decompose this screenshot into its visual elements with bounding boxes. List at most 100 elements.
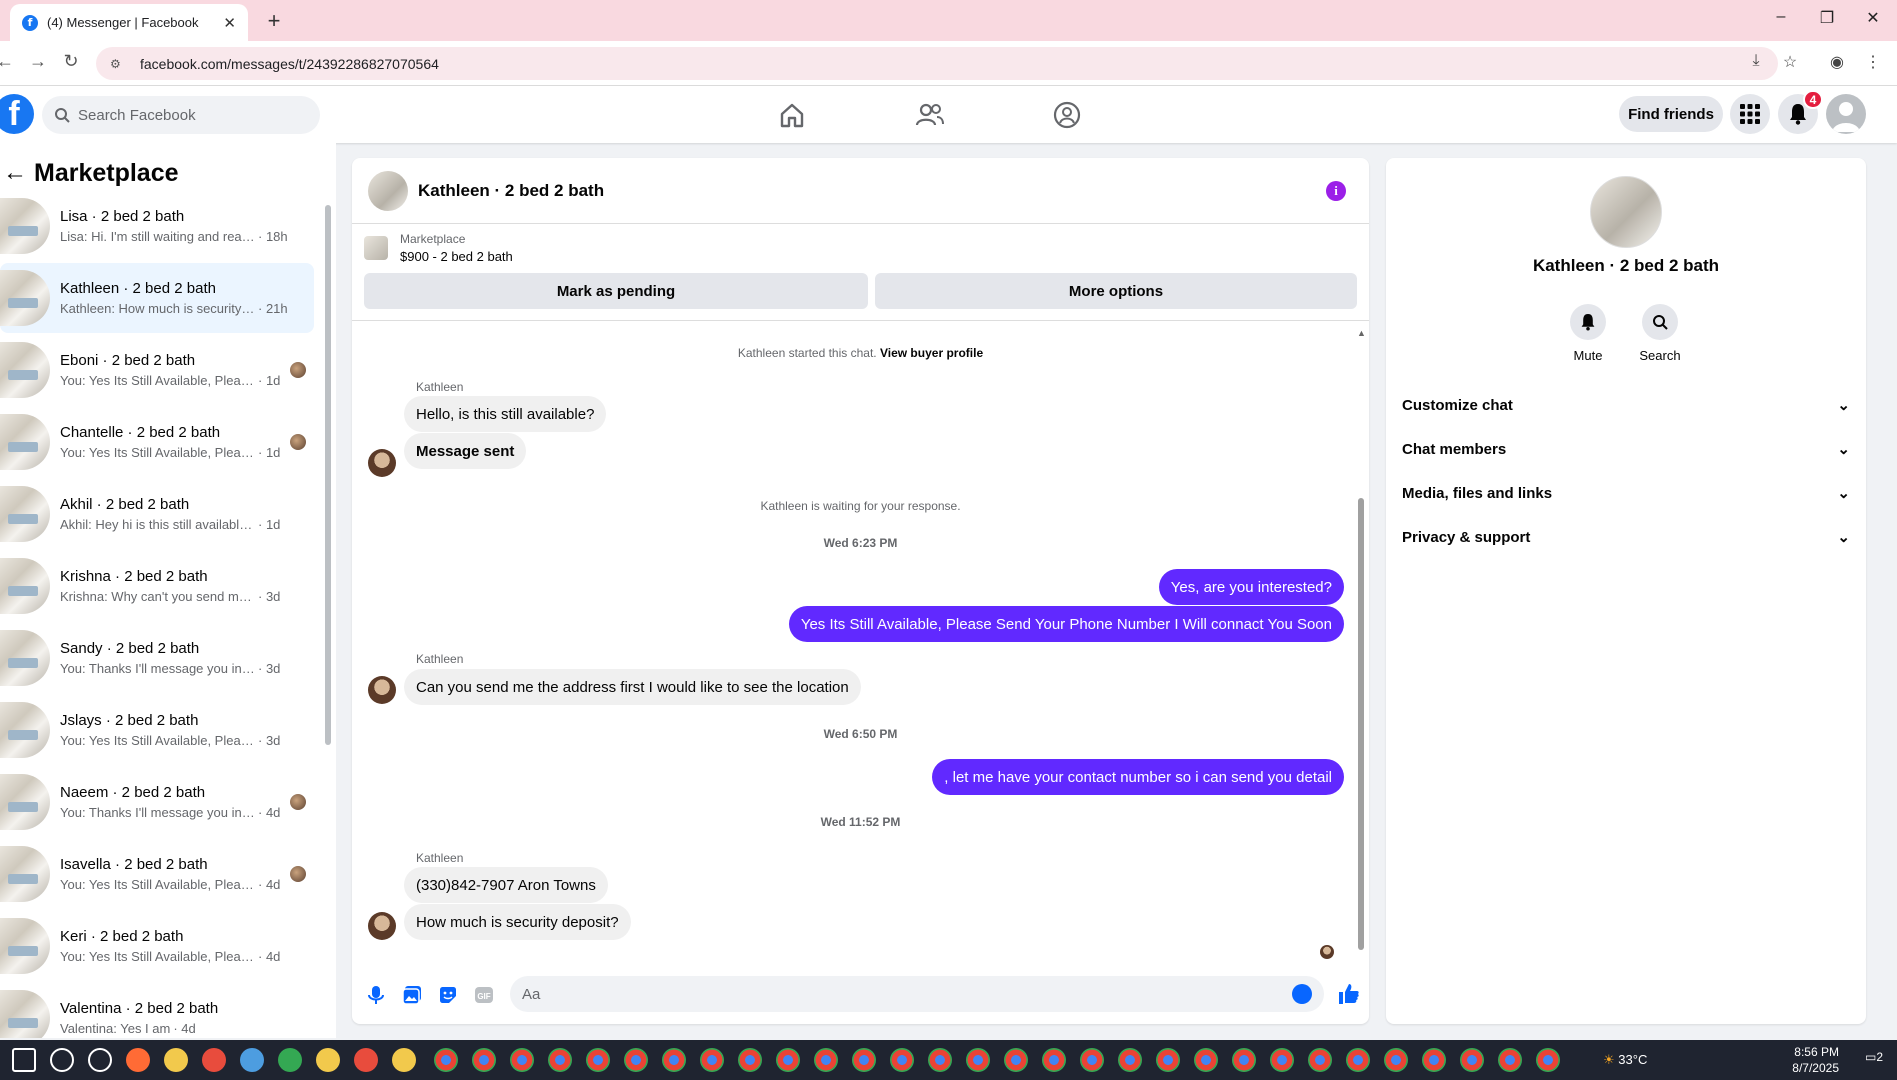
home-icon[interactable] <box>777 100 807 130</box>
listing-avatar[interactable] <box>1590 176 1662 248</box>
chrome-window-icon[interactable] <box>1118 1048 1142 1072</box>
chrome-window-icon[interactable] <box>852 1048 876 1072</box>
minimize-button[interactable]: – <box>1769 8 1793 26</box>
reload-icon[interactable]: ↻ <box>60 51 82 72</box>
chrome-window-icon[interactable] <box>1498 1048 1522 1072</box>
back-icon[interactable]: ← <box>0 51 16 72</box>
file-explorer-icon[interactable] <box>164 1048 188 1072</box>
outgoing-message[interactable]: , let me have your contact number so i c… <box>932 759 1344 795</box>
conversation-item[interactable]: Jslays · 2 bed 2 bath You: Yes Its Still … <box>0 695 314 765</box>
media-files-links-row[interactable]: Media, files and links ⌄ <box>1402 471 1850 515</box>
account-avatar[interactable] <box>1826 94 1866 134</box>
conversation-item[interactable]: Chantelle · 2 bed 2 bath You: Yes Its Sti… <box>0 407 314 477</box>
chrome-window-icon[interactable] <box>928 1048 952 1072</box>
conversation-item[interactable]: Lisa · 2 bed 2 bath Lisa: Hi. I'm still w… <box>0 191 314 261</box>
app-icon[interactable] <box>316 1048 340 1072</box>
chrome-window-icon[interactable] <box>624 1048 648 1072</box>
chrome-window-icon[interactable] <box>814 1048 838 1072</box>
incoming-message[interactable]: Message sent <box>404 433 527 469</box>
conversation-item[interactable]: Kathleen · 2 bed 2 bath Kathleen: How muc… <box>0 263 314 333</box>
conversation-item[interactable]: Krishna · 2 bed 2 bath Krishna: Why can't… <box>0 551 314 621</box>
maximize-button[interactable]: ❐ <box>1815 8 1839 28</box>
facebook-search-input[interactable]: Search Facebook <box>42 96 320 134</box>
app-icon[interactable] <box>240 1048 264 1072</box>
mark-as-pending-button[interactable]: Mark as pending <box>364 273 868 309</box>
chrome-window-icon[interactable] <box>472 1048 496 1072</box>
menu-grid-button[interactable] <box>1730 94 1770 134</box>
chrome-window-icon[interactable] <box>966 1048 990 1072</box>
browser-tab[interactable]: f (4) Messenger | Facebook ✕ <box>10 4 248 41</box>
incoming-message[interactable]: How much is security deposit? <box>404 904 631 940</box>
customize-chat-row[interactable]: Customize chat ⌄ <box>1402 383 1850 427</box>
chrome-window-icon[interactable] <box>662 1048 686 1072</box>
chat-title[interactable]: Kathleen · 2 bed 2 bath <box>418 181 604 201</box>
site-info-icon[interactable]: ⚙ <box>110 57 126 71</box>
search-icon[interactable] <box>50 1048 74 1072</box>
chrome-window-icon[interactable] <box>1004 1048 1028 1072</box>
sidebar-scrollbar[interactable] <box>325 205 331 745</box>
incoming-message[interactable]: (330)842-7907 Aron Towns <box>404 867 608 903</box>
like-thumbs-up-icon[interactable] <box>1337 982 1361 1006</box>
chrome-window-icon[interactable] <box>586 1048 610 1072</box>
sticker-icon[interactable] <box>437 984 459 1006</box>
chrome-icon[interactable] <box>278 1048 302 1072</box>
conversation-item[interactable]: Naeem · 2 bed 2 bath You: Thanks I'll mes… <box>0 767 314 837</box>
chrome-icon[interactable] <box>354 1048 378 1072</box>
chrome-window-icon[interactable] <box>1346 1048 1370 1072</box>
photo-icon[interactable] <box>401 984 423 1006</box>
bookmark-star-icon[interactable]: ☆ <box>1779 52 1801 72</box>
profile-icon[interactable]: ◉ <box>1826 52 1848 72</box>
chrome-window-icon[interactable] <box>1422 1048 1446 1072</box>
scroll-up-arrow-icon[interactable]: ▲ <box>1357 328 1366 338</box>
listing-summary[interactable]: Marketplace $900 - 2 bed 2 bath <box>364 232 513 264</box>
app-icon[interactable] <box>202 1048 226 1072</box>
incoming-message[interactable]: Can you send me the address first I woul… <box>404 669 861 705</box>
chat-header-thumbnail[interactable] <box>368 170 408 211</box>
chrome-window-icon[interactable] <box>890 1048 914 1072</box>
notification-center-icon[interactable]: ▭2 <box>1865 1050 1883 1064</box>
weather-widget[interactable]: ☀ 33°C <box>1603 1052 1647 1068</box>
kathleen-avatar[interactable] <box>368 676 396 704</box>
conversation-item[interactable]: Akhil · 2 bed 2 bath Akhil: Hey hi is thi… <box>0 479 314 549</box>
conversation-item[interactable]: Eboni · 2 bed 2 bath You: Yes Its Still A… <box>0 335 314 405</box>
copilot-icon[interactable] <box>126 1048 150 1072</box>
gif-icon[interactable]: GIF <box>473 984 495 1006</box>
close-window-button[interactable]: ✕ <box>1861 8 1885 28</box>
chrome-window-icon[interactable] <box>1042 1048 1066 1072</box>
groups-icon[interactable] <box>1052 100 1082 130</box>
conversation-item[interactable]: Valentina · 2 bed 2 bath Valentina: Yes I… <box>0 983 314 1038</box>
facebook-logo-icon[interactable]: f <box>0 94 34 134</box>
chrome-window-icon[interactable] <box>510 1048 534 1072</box>
kathleen-avatar[interactable] <box>368 912 396 940</box>
privacy-support-row[interactable]: Privacy & support ⌄ <box>1402 515 1850 559</box>
conversation-item[interactable]: Sandy · 2 bed 2 bath You: Thanks I'll mes… <box>0 623 314 693</box>
outgoing-message[interactable]: Yes, are you interested? <box>1158 569 1344 605</box>
info-icon[interactable]: i <box>1326 181 1346 201</box>
chrome-window-icon[interactable] <box>1308 1048 1332 1072</box>
conversation-item[interactable]: Isavella · 2 bed 2 bath You: Yes Its Stil… <box>0 839 314 909</box>
back-arrow-icon[interactable]: ← <box>0 159 30 187</box>
kathleen-avatar[interactable] <box>368 449 396 477</box>
chrome-window-icon[interactable] <box>548 1048 572 1072</box>
chrome-window-icon[interactable] <box>1384 1048 1408 1072</box>
chrome-window-icon[interactable] <box>434 1048 458 1072</box>
mute-button[interactable]: Mute <box>1558 304 1618 363</box>
chrome-window-icon[interactable] <box>1156 1048 1180 1072</box>
conversation-item[interactable]: Keri · 2 bed 2 bath You: Yes Its Still Av… <box>0 911 314 981</box>
system-clock[interactable]: 8:56 PM 8/7/2025 <box>1792 1044 1839 1076</box>
start-icon[interactable] <box>12 1048 36 1072</box>
chrome-window-icon[interactable] <box>1460 1048 1484 1072</box>
close-tab-icon[interactable]: ✕ <box>223 14 236 32</box>
menu-icon[interactable]: ⋮ <box>1862 52 1884 72</box>
chrome-window-icon[interactable] <box>776 1048 800 1072</box>
chrome-window-icon[interactable] <box>1232 1048 1256 1072</box>
microphone-icon[interactable] <box>365 984 387 1006</box>
emoji-icon[interactable] <box>1292 984 1312 1004</box>
chrome-window-icon[interactable] <box>1194 1048 1218 1072</box>
sticky-notes-icon[interactable] <box>392 1048 416 1072</box>
forward-icon[interactable]: → <box>27 51 49 72</box>
chat-scrollbar[interactable]: ▲ ▼ <box>1357 328 1366 952</box>
chrome-window-icon[interactable] <box>1080 1048 1104 1072</box>
chrome-window-icon[interactable] <box>738 1048 762 1072</box>
find-friends-button[interactable]: Find friends <box>1619 96 1723 132</box>
